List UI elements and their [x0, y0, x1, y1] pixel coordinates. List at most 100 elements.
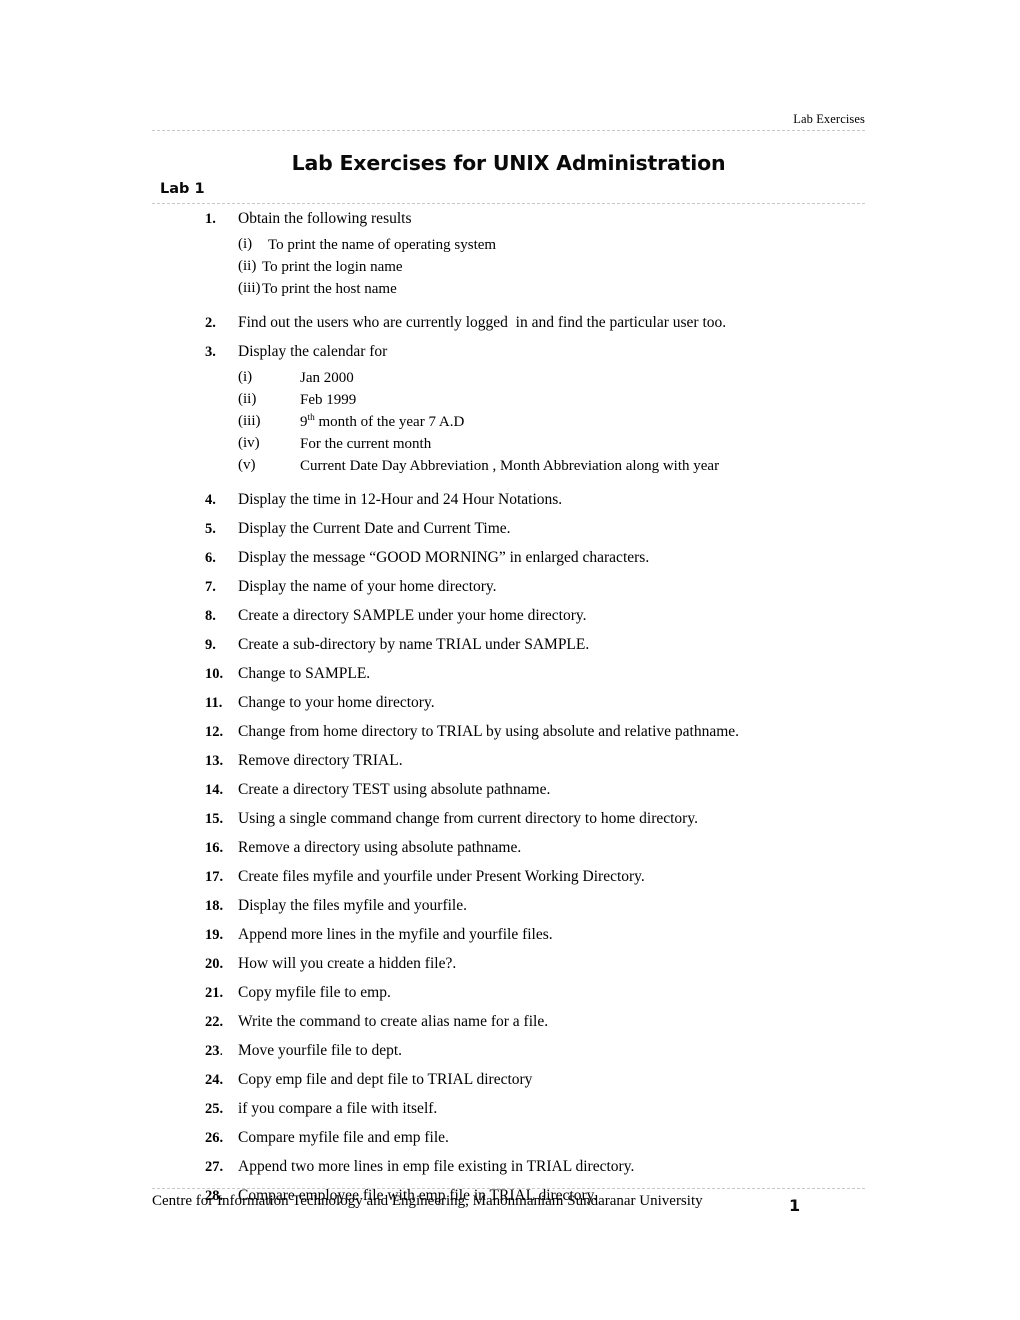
exercise-text: Display the Current Date and Current Tim…: [238, 520, 511, 537]
exercise-text: Append more lines in the myfile and your…: [238, 926, 553, 943]
exercise-text: Create files myfile and yourfile under P…: [238, 868, 645, 885]
exercise-item: 16. Remove a directory using absolute pat…: [0, 838, 1020, 858]
exercise-text: Create a directory TEST using absolute p…: [238, 781, 551, 798]
exercise-item: 25. if you compare a file with itself.: [0, 1099, 1020, 1119]
exercise-text: Remove a directory using absolute pathna…: [238, 839, 522, 856]
exercise-item: 27. Append two more lines in emp file exi…: [0, 1157, 1020, 1177]
exercise-text: Create a directory SAMPLE under your hom…: [238, 607, 587, 624]
exercise-number: 26.: [205, 1130, 224, 1146]
exercise-text: Copy myfile file to emp.: [238, 984, 391, 1001]
exercise-number: 2.: [205, 315, 216, 331]
exercise-item: 8. Create a directory SAMPLE under your h…: [0, 606, 1020, 626]
subitem-label: (i): [238, 236, 253, 252]
exercise-number: 13.: [205, 753, 224, 769]
header-divider: [152, 130, 865, 131]
exercise-number: 12.: [205, 724, 224, 740]
subitem-value: Jan 2000: [300, 370, 354, 386]
exercise-text: How will you create a hidden file?.: [238, 955, 457, 972]
subitem-label: (iii): [238, 413, 261, 429]
exercise-sublist: (i) To print the name of operating system…: [238, 234, 1020, 300]
exercise-item: 13. Remove directory TRIAL.: [0, 751, 1020, 771]
exercise-text: Using a single command change from curre…: [238, 810, 698, 827]
exercise-number: 16.: [205, 840, 224, 856]
subitem-label: (ii): [238, 258, 257, 274]
exercise-item: 23. Move yourfile file to dept.: [0, 1041, 1020, 1061]
exercise-text: Write the command to create alias name f…: [238, 1013, 549, 1030]
subitem-label: (ii): [238, 391, 257, 407]
exercise-item: 4. Display the time in 12-Hour and 24 Hou…: [0, 490, 1020, 510]
exercise-number: 25.: [205, 1101, 224, 1117]
exercise-text: Compare myfile file and emp file.: [238, 1129, 449, 1146]
exercise-number: 19.: [205, 927, 224, 943]
page-number: 1: [789, 1196, 801, 1215]
exercise-number: 15.: [205, 811, 224, 827]
exercise-number: 11.: [205, 695, 223, 711]
exercise-item: 20. How will you create a hidden file?.: [0, 954, 1020, 974]
subitem-value: To print the host name: [262, 281, 397, 297]
lab-section-heading: Lab 1: [160, 181, 205, 197]
lab-heading-divider: [152, 203, 865, 204]
exercise-text: Display the calendar for: [238, 343, 388, 360]
subitem-label: (i): [238, 369, 253, 385]
exercise-number: 21.: [205, 985, 224, 1001]
exercise-item: 7. Display the name of your home director…: [0, 577, 1020, 597]
exercise-text: Change to SAMPLE.: [238, 665, 371, 682]
exercise-text: Move yourfile file to dept.: [238, 1042, 402, 1059]
exercise-number: 9.: [205, 637, 216, 653]
exercise-item: 24. Copy emp file and dept file to TRIAL …: [0, 1070, 1020, 1090]
page-title: Lab Exercises for UNIX Administration: [291, 151, 726, 175]
exercise-number: 5.: [205, 521, 216, 537]
exercise-subitem: (iii) To print the host name: [238, 278, 1020, 300]
exercise-text: Append two more lines in emp file existi…: [238, 1158, 635, 1175]
exercise-sublist: (i) Jan 2000 (ii) Feb 1999 (iii) 9th month of…: [238, 367, 1020, 477]
exercise-number: 14.: [205, 782, 224, 798]
running-head: Lab Exercises: [793, 112, 865, 126]
subitem-value: To print the name of operating system: [268, 237, 497, 253]
exercise-item: 15. Using a single command change from cu…: [0, 809, 1020, 829]
exercise-item: 1. Obtain the following results (i) To prin…: [0, 209, 1020, 300]
exercise-number: 1.: [205, 211, 216, 227]
exercise-item: 2. Find out the users who are currently l…: [0, 313, 1020, 333]
subitem-value: Current Date Day Abbreviation , Month Ab…: [300, 458, 720, 474]
exercise-number: 20.: [205, 956, 224, 972]
exercise-subitem: (iii) 9th month of the year 7 A.D: [238, 411, 1020, 433]
exercise-subitem: (i) To print the name of operating system: [238, 234, 1020, 256]
exercise-text: Obtain the following results: [238, 210, 412, 227]
subitem-label: (v): [238, 457, 256, 473]
page-header: Lab Exercises: [152, 112, 865, 127]
subitem-value-number: 9: [300, 414, 308, 430]
exercise-text: Display the name of your home directory.: [238, 578, 497, 595]
exercise-text: Remove directory TRIAL.: [238, 752, 403, 769]
exercise-item: 5. Display the Current Date and Current T…: [0, 519, 1020, 539]
exercise-text: Change to your home directory.: [238, 694, 435, 711]
exercise-number: 27.: [205, 1159, 224, 1175]
exercise-number: 3.: [205, 344, 216, 360]
exercise-item: 21. Copy myfile file to emp.: [0, 983, 1020, 1003]
exercise-number: 22.: [205, 1014, 224, 1030]
exercise-text: Find out the users who are currently log…: [238, 314, 727, 331]
subitem-value: 9th month of the year 7 A.D: [238, 413, 465, 430]
exercise-number: 4.: [205, 492, 216, 508]
exercise-number: 23.: [205, 1043, 224, 1059]
subitem-value-ordinal-suffix: th: [307, 413, 315, 423]
subitem-value-rest: month of the year 7 A.D: [314, 414, 465, 430]
exercise-item: 3. Display the calendar for (i) Jan 2000 (ii…: [0, 342, 1020, 477]
exercise-list: 1. Obtain the following results (i) To prin…: [0, 209, 1020, 1215]
subitem-value: To print the login name: [262, 259, 403, 275]
subitem-value: For the current month: [300, 436, 432, 452]
exercise-item: 9. Create a sub-directory by name TRIAL u…: [0, 635, 1020, 655]
exercise-item: 6. Display the message “GOOD MORNING” in …: [0, 548, 1020, 568]
exercise-item: 12. Change from home directory to TRIAL b…: [0, 722, 1020, 742]
exercise-number: 8.: [205, 608, 216, 624]
exercise-item: 18. Display the files myfile and yourfile…: [0, 896, 1020, 916]
exercise-item: 19. Append more lines in the myfile and y…: [0, 925, 1020, 945]
document-page: Lab Exercises Lab Exercises for UNIX Adm…: [0, 0, 1020, 1320]
exercise-number: 10.: [205, 666, 224, 682]
exercise-text: Display the files myfile and yourfile.: [238, 897, 467, 914]
footer-text: Centre for Information Technology and En…: [152, 1193, 703, 1209]
exercise-subitem: (iv) For the current month: [238, 433, 1020, 455]
exercise-text: Create a sub-directory by name TRIAL und…: [238, 636, 590, 653]
exercise-number-suffix: .: [219, 1043, 224, 1059]
exercise-subitem: (ii) To print the login name: [238, 256, 1020, 278]
exercise-text: Display the message “GOOD MORNING” in en…: [238, 549, 650, 566]
